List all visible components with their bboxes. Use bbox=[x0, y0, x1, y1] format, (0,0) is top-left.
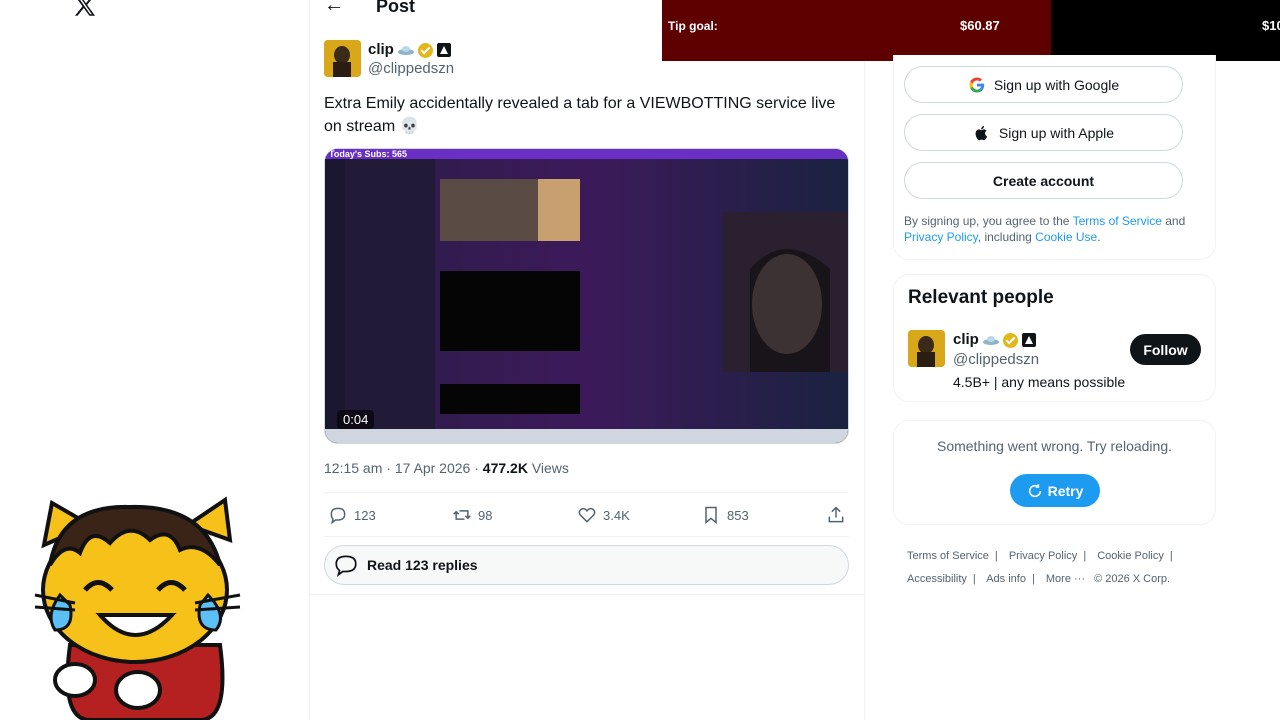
footer-ads-info-link[interactable]: Ads info bbox=[986, 573, 1026, 585]
reply-button[interactable]: 123 bbox=[328, 504, 376, 526]
error-card bbox=[893, 420, 1216, 525]
apple-signup-label: Sign up with Apple bbox=[998, 124, 1115, 141]
video-subs-overlay: Today's Subs: 565 bbox=[329, 149, 407, 159]
tweet-text: Extra Emily accidentally revealed a tab … bbox=[324, 95, 836, 135]
cat-sticker-image bbox=[34, 496, 241, 720]
google-icon bbox=[969, 77, 985, 92]
footer-more-link[interactable]: More ··· bbox=[1046, 573, 1085, 585]
author-name-row[interactable]: clip bbox=[368, 41, 452, 58]
footer-accessibility-link[interactable]: Accessibility bbox=[907, 573, 967, 585]
verified-badge-icon[interactable] bbox=[418, 42, 434, 58]
reply-count: 123 bbox=[354, 507, 376, 523]
author-handle[interactable]: @clippedszn bbox=[368, 60, 454, 77]
repost-icon bbox=[453, 510, 471, 520]
bookmark-button[interactable]: 853 bbox=[701, 504, 749, 526]
retry-button[interactable]: Retry bbox=[1010, 474, 1100, 507]
read-replies-label: Read 123 replies bbox=[367, 557, 478, 573]
divider-top bbox=[324, 492, 849, 493]
ufo-emoji-icon bbox=[983, 335, 1000, 345]
read-replies-button[interactable]: Read 123 replies bbox=[324, 545, 849, 585]
back-arrow-icon[interactable]: ← bbox=[324, 0, 344, 17]
tweet-video[interactable]: Today's Subs: 565 0:04 bbox=[324, 148, 849, 444]
author-avatar[interactable] bbox=[324, 40, 361, 77]
repost-count: 98 bbox=[478, 507, 493, 523]
apple-icon bbox=[975, 125, 987, 140]
error-message: Something went wrong. Try reloading. bbox=[936, 438, 1172, 454]
relevant-person-avatar[interactable] bbox=[908, 330, 945, 367]
ufo-emoji-icon bbox=[398, 45, 415, 55]
post-title: Post bbox=[376, 0, 416, 16]
verified-badge-icon[interactable] bbox=[1003, 332, 1019, 348]
heart-icon bbox=[578, 507, 596, 523]
post-meta: 12:15 am · 17 Apr 2026 · 477.2K Views bbox=[324, 460, 569, 476]
affiliate-badge-icon[interactable] bbox=[1022, 333, 1037, 348]
retry-label: Retry bbox=[1047, 482, 1084, 499]
relevant-person-handle[interactable]: @clippedszn bbox=[953, 351, 1039, 368]
divider-bottom bbox=[324, 536, 849, 537]
repost-button[interactable]: 98 bbox=[452, 504, 492, 526]
google-signup-button[interactable]: Sign up with Google bbox=[904, 66, 1183, 103]
tip-goal-bar: Tip goal: $60.87 $10 bbox=[662, 0, 1280, 61]
tip-goal-current: $60.87 bbox=[960, 18, 1000, 33]
views-count: 477.2K bbox=[482, 460, 528, 476]
follow-button[interactable]: Follow bbox=[1130, 334, 1201, 365]
reply-icon bbox=[330, 507, 346, 525]
create-account-label: Create account bbox=[992, 172, 1095, 189]
footer-terms-link[interactable]: Terms of Service bbox=[907, 550, 989, 562]
share-button[interactable] bbox=[826, 504, 852, 526]
footer-cookie-link[interactable]: Cookie Policy bbox=[1097, 550, 1164, 562]
like-count: 3.4K bbox=[603, 507, 630, 523]
divider-end bbox=[310, 594, 864, 595]
cookie-use-link[interactable]: Cookie Use bbox=[1035, 230, 1097, 244]
video-frame-image bbox=[325, 149, 848, 443]
tip-goal-label: Tip goal: bbox=[668, 19, 718, 33]
refresh-icon bbox=[1028, 483, 1041, 497]
views-label: Views bbox=[531, 460, 569, 476]
relevant-person-bio: 4.5B+ | any means possible bbox=[953, 374, 1126, 390]
relevant-person-name[interactable]: clip bbox=[953, 331, 979, 348]
x-logo-icon[interactable] bbox=[70, 0, 100, 22]
tip-goal-target: $10 bbox=[1262, 18, 1280, 33]
affiliate-badge-icon[interactable] bbox=[437, 43, 452, 58]
video-timer: 0:04 bbox=[337, 410, 375, 429]
author-name[interactable]: clip bbox=[368, 41, 394, 58]
create-account-button[interactable]: Create account bbox=[904, 162, 1183, 199]
post-timestamp[interactable]: 12:15 am · 17 Apr 2026 bbox=[324, 460, 470, 476]
like-button[interactable]: 3.4K bbox=[577, 504, 630, 526]
left-divider bbox=[309, 0, 310, 720]
footer-copyright: © 2026 X Corp. bbox=[1094, 573, 1171, 585]
relevant-person-name-row[interactable]: clip bbox=[953, 331, 1037, 348]
speech-bubble-icon bbox=[335, 555, 357, 577]
privacy-link[interactable]: Privacy Policy bbox=[904, 230, 978, 244]
right-divider bbox=[864, 0, 865, 720]
terms-link[interactable]: Terms of Service bbox=[1073, 214, 1162, 228]
bookmark-count: 853 bbox=[727, 507, 749, 523]
footer-privacy-link[interactable]: Privacy Policy bbox=[1009, 550, 1077, 562]
signup-legal-text: By signing up, you agree to the Terms of… bbox=[904, 214, 1186, 244]
relevant-people-title: Relevant people bbox=[908, 287, 1054, 308]
apple-signup-button[interactable]: Sign up with Apple bbox=[904, 114, 1183, 151]
footer-links: Terms of Service | Privacy Policy | Cookie… bbox=[907, 550, 1173, 585]
google-signup-label: Sign up with Google bbox=[993, 76, 1120, 93]
bookmark-icon bbox=[705, 506, 717, 525]
share-icon bbox=[828, 506, 844, 523]
